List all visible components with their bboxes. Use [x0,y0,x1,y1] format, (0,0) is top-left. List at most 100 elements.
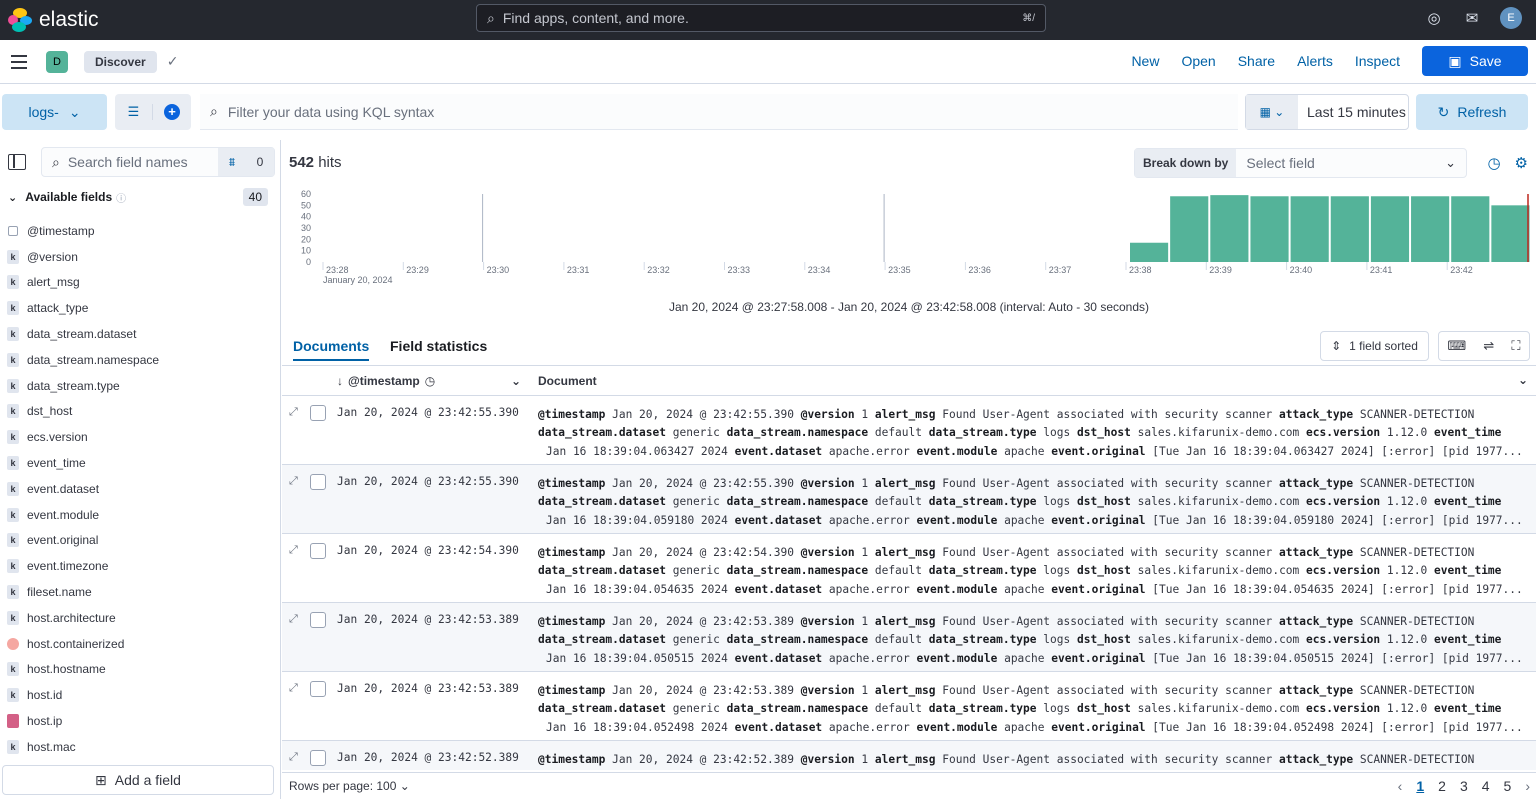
page-link[interactable]: 5 [1504,778,1512,794]
field-list-item[interactable]: host.ip [0,708,280,734]
field-list-item[interactable]: k alert_msg [0,270,280,296]
doc-field-key: data_stream.type [928,495,1037,509]
field-list-item[interactable]: k fileset.name [0,579,280,605]
expand-icon[interactable]: ⤢ [289,474,298,488]
global-search-input[interactable]: ⌕ Find apps, content, and more. ⌘/ [476,4,1046,32]
keyboard-icon[interactable]: ⌨ [1448,338,1467,354]
field-list-item[interactable]: @timestamp [0,218,280,244]
document-column-header[interactable]: Document [538,374,597,388]
field-list-item[interactable]: k host.mac [0,734,280,760]
table-row[interactable]: ⤢ Jan 20, 2024 @ 23:42:54.390 @timestamp J… [282,534,1536,603]
field-list-item[interactable]: k event_time [0,450,280,476]
field-list-item[interactable]: k event.module [0,502,280,528]
save-button[interactable]: ▣ Save [1422,46,1528,76]
breakdown-select[interactable]: Break down by Select field ⌄ [1134,148,1467,178]
histogram-chart: 6050 403020 100 23:28 23:29 23:30 23:31 23:32 23… [301,189,1530,285]
chevron-right-icon[interactable]: › [1525,778,1530,794]
calendar-icon [8,225,18,236]
field-list-item[interactable]: k event.original [0,528,280,554]
field-list-item[interactable]: k event.timezone [0,553,280,579]
gear-icon[interactable]: ⚙ [1515,154,1528,172]
calendar-icon[interactable]: ▦ ⌄ [1246,95,1298,129]
chevron-down-icon[interactable]: ⌄ [511,374,521,388]
space-avatar[interactable]: D [46,50,68,73]
table-row[interactable]: ⤢ Jan 20, 2024 @ 23:42:55.390 @timestamp J… [282,396,1536,465]
menu-toggle-icon[interactable] [11,54,27,69]
field-name: event_time [27,456,86,471]
doc-field-value: apache.error [828,720,910,734]
fullscreen-icon[interactable]: ⛶ [1511,338,1520,354]
collapse-sidebar-icon[interactable] [8,154,26,170]
tab-documents[interactable]: Documents [293,338,370,361]
field-search-input[interactable]: ⌕ Search field names ⩩ 0 [41,147,275,177]
row-checkbox[interactable] [310,543,326,559]
chevron-down-icon[interactable]: ⌄ [1518,373,1528,387]
field-list-item[interactable]: k data_stream.namespace [0,347,280,373]
filter-menu-icon[interactable]: ☰ [115,104,153,120]
table-row[interactable]: ⤢ Jan 20, 2024 @ 23:42:53.389 @timestamp J… [282,672,1536,741]
inspect-link[interactable]: Inspect [1355,53,1400,69]
chevron-down-icon: ⌄ [8,191,18,204]
refresh-button-label: Refresh [1457,104,1507,120]
tab-field-statistics[interactable]: Field statistics [390,338,487,354]
add-field-button[interactable]: ⊞ Add a field [2,765,274,795]
add-filter-button[interactable]: + [153,104,191,120]
table-row[interactable]: ⤢ Jan 20, 2024 @ 23:42:52.389 @timestamp J… [282,741,1536,770]
help-icon[interactable]: ◎ [1424,8,1444,28]
doc-field-key: dst_host [1076,702,1131,716]
row-checkbox[interactable] [310,681,326,697]
refresh-button[interactable]: ↻ Refresh [1416,94,1528,130]
row-checkbox[interactable] [310,750,326,766]
available-fields-header[interactable]: ⌄ Available fields ⓘ 40 [0,184,280,210]
page-link[interactable]: 1 [1416,778,1424,794]
expand-icon[interactable]: ⤢ [289,543,298,557]
new-link[interactable]: New [1131,53,1159,69]
field-list-item[interactable]: k data_stream.type [0,373,280,399]
news-feed-icon[interactable]: ✉ [1462,8,1482,28]
field-list-item[interactable]: k host.hostname [0,657,280,683]
expand-icon[interactable]: ⤢ [289,612,298,626]
chevron-down-icon[interactable]: ✓ [167,53,179,70]
grid-footer: Rows per page: 100 ⌄ ‹ 1 2 3 4 5 › [282,772,1536,799]
field-list-item[interactable]: k @version [0,244,280,270]
rows-per-page-select[interactable]: Rows per page: 100 ⌄ [289,779,410,793]
field-list-item[interactable]: k host.id [0,682,280,708]
field-filter-button[interactable]: ⩩ 0 [218,148,274,176]
field-list-item[interactable]: host.containerized [0,631,280,657]
expand-icon[interactable]: ⤢ [289,681,298,695]
chevron-left-icon[interactable]: ‹ [1398,778,1403,794]
alerts-link[interactable]: Alerts [1297,53,1333,69]
row-checkbox[interactable] [310,405,326,421]
field-list-item[interactable]: k data_stream.dataset [0,321,280,347]
page-link[interactable]: 3 [1460,778,1468,794]
expand-icon[interactable]: ⤢ [289,750,298,764]
timestamp-column-header[interactable]: ↓ @timestamp ◷ ⌄ [337,374,521,388]
user-avatar[interactable]: E [1500,7,1522,29]
page-link[interactable]: 2 [1438,778,1446,794]
field-list-item[interactable]: k ecs.version [0,424,280,450]
share-link[interactable]: Share [1238,53,1275,69]
info-icon[interactable]: ⓘ [116,190,126,205]
display-settings-icon[interactable]: ⇌ [1483,338,1494,354]
page-link[interactable]: 4 [1482,778,1490,794]
row-checkbox[interactable] [310,612,326,628]
data-view-picker[interactable]: logs- ⌄ [2,94,107,130]
sort-button[interactable]: ⇕ 1 field sorted [1320,331,1429,361]
table-row[interactable]: ⤢ Jan 20, 2024 @ 23:42:53.389 @timestamp J… [282,603,1536,672]
expand-icon[interactable]: ⤢ [289,405,298,419]
open-link[interactable]: Open [1181,53,1215,69]
doc-field-key: event.module [916,720,998,734]
field-list-item[interactable]: k event.dataset [0,476,280,502]
field-list-item[interactable]: k host.architecture [0,605,280,631]
elastic-logo[interactable]: elastic [8,8,99,32]
kql-query-input[interactable]: ⌕ Filter your data using KQL syntax [200,94,1238,130]
date-picker[interactable]: ▦ ⌄ Last 15 minutes [1245,94,1409,130]
field-list-item[interactable]: k attack_type [0,295,280,321]
field-list-item[interactable]: k dst_host [0,399,280,425]
chart-options-icon[interactable]: ◷ [1487,154,1500,172]
row-checkbox[interactable] [310,474,326,490]
table-row[interactable]: ⤢ Jan 20, 2024 @ 23:42:55.390 @timestamp J… [282,465,1536,534]
doc-field-key: data_stream.dataset [538,426,666,440]
doc-field-key: alert_msg [874,408,936,421]
x-tick-label: 23:38 [1129,265,1152,275]
